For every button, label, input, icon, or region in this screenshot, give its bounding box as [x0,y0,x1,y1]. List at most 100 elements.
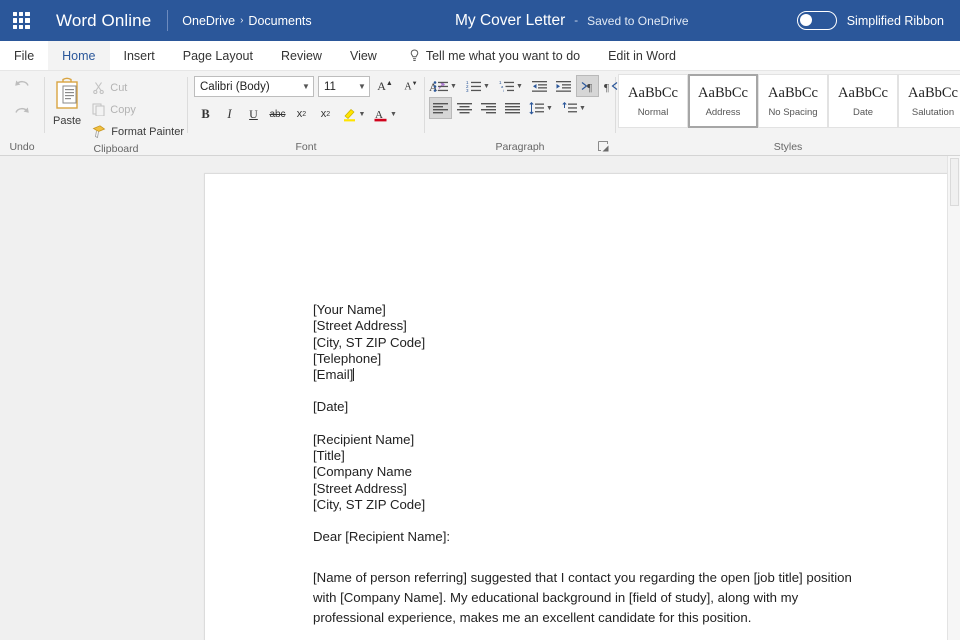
line-spacing-icon [529,102,544,115]
font-size-select[interactable]: 11 ▼ [318,76,370,97]
strikethrough-label: abc [269,109,285,120]
align-right-icon [481,102,496,115]
style-card-salutation[interactable]: AaBbCc Salutation [898,74,960,128]
copy-button[interactable]: Copy [89,100,187,119]
style-card-date[interactable]: AaBbCc Date [828,74,898,128]
align-center-button[interactable] [453,97,476,119]
vertical-scrollbar[interactable] [947,156,960,640]
tab-review-label: Review [281,49,322,63]
doc-line: [City, ST ZIP Code] [313,335,873,351]
breadcrumb-onedrive[interactable]: OneDrive [182,14,235,28]
style-card-normal[interactable]: AaBbCc Normal [618,74,688,128]
paste-clipboard-icon [50,77,84,113]
cut-label: Cut [110,82,127,94]
chevron-down-icon: ▼ [359,111,366,118]
style-card-no-spacing[interactable]: AaBbCc No Spacing [758,74,828,128]
doc-line: [Company Name [313,464,873,480]
font-color-icon: A [374,107,388,122]
title-bar: Word Online OneDrive › Documents My Cove… [0,0,960,41]
chevron-down-icon: ▼ [390,111,397,118]
format-painter-button[interactable]: Format Painter [89,122,187,141]
align-left-button[interactable] [429,97,452,119]
decrease-indent-button[interactable] [528,75,551,97]
multilevel-list-button[interactable]: 1 a i ▼ [495,75,527,97]
style-preview-text: AaBbCc [698,85,748,102]
document-page[interactable]: [Your Name] [Street Address] [City, ST Z… [204,173,949,640]
font-color-button[interactable]: A ▼ [370,103,401,125]
bullet-list-icon [433,80,448,93]
doc-line: [Title] [313,448,873,464]
tab-review[interactable]: Review [267,41,336,70]
undo-arrow-icon[interactable] [11,76,33,96]
vertical-scrollbar-thumb[interactable] [950,158,959,206]
document-title-area: My Cover Letter - Saved to OneDrive [455,0,689,41]
show-hide-marks-button[interactable]: ¶ [576,75,599,97]
line-spacing-button[interactable]: ▼ [525,97,557,119]
justify-icon [505,102,520,115]
document-canvas: [Your Name] [Street Address] [City, ST Z… [0,156,960,640]
bold-button[interactable]: B [194,103,217,125]
doc-line: [Street Address] [313,481,873,497]
paste-button[interactable]: Paste [45,75,89,127]
numbered-list-icon: 1 2 3 [466,80,481,93]
tab-home-label: Home [62,49,95,63]
align-center-icon [457,102,472,115]
increase-indent-button[interactable] [552,75,575,97]
chevron-down-icon: ▼ [450,83,457,90]
ribbon-group-font-label: Font [188,139,424,156]
salutation-block: Dear [Recipient Name]: [313,529,873,545]
tab-view-label: View [350,49,377,63]
subscript-button[interactable]: x2 [290,103,313,125]
align-right-button[interactable] [477,97,500,119]
styles-gallery: AaBbCc Normal AaBbCc Address AaBbCc No S… [616,71,960,139]
cut-button[interactable]: Cut [89,78,187,97]
style-preview-text: AaBbCc [768,85,818,102]
body-paragraph: [Name of person referring] suggested tha… [313,568,873,628]
sender-address-block: [Your Name] [Street Address] [City, ST Z… [313,302,873,383]
lightbulb-icon [409,49,420,63]
underline-button[interactable]: U [242,103,265,125]
breadcrumb-documents[interactable]: Documents [248,14,311,28]
tab-page-layout[interactable]: Page Layout [169,41,267,70]
bullet-list-button[interactable]: ▼ [429,75,461,97]
superscript-button[interactable]: x2 [314,103,337,125]
text-highlight-button[interactable]: ▼ [338,103,369,125]
document-title[interactable]: My Cover Letter [455,12,565,30]
font-family-select[interactable]: Calibri (Body) ▼ [194,76,314,97]
tell-me-search[interactable]: Tell me what you want to do [391,41,594,70]
ribbon-group-clipboard: Paste Cut Copy [45,71,187,156]
shrink-font-icon[interactable]: A▼ [400,76,422,97]
multilevel-list-icon: 1 a i [499,80,514,93]
numbered-list-button[interactable]: 1 2 3 ▼ [462,75,494,97]
document-text-area[interactable]: [Your Name] [Street Address] [City, ST Z… [313,302,873,628]
copy-label: Copy [110,104,136,116]
increase-indent-icon [556,80,571,93]
dialog-launcher-icon[interactable] [597,140,611,154]
decrease-indent-icon [532,80,547,93]
chevron-down-icon: ▼ [355,82,369,91]
redo-arrow-icon[interactable] [11,103,33,123]
tab-view[interactable]: View [336,41,391,70]
style-card-address[interactable]: AaBbCc Address [688,74,758,128]
text-cursor [353,368,354,381]
breadcrumb-separator-icon: › [240,15,243,26]
underline-label: U [249,107,258,122]
strikethrough-button[interactable]: abc [266,103,289,125]
edit-in-word-button[interactable]: Edit in Word [594,41,690,70]
tab-insert[interactable]: Insert [110,41,169,70]
app-launcher-icon[interactable] [0,0,42,41]
simplified-ribbon-toggle[interactable] [797,11,837,30]
ribbon-group-undo: Undo [0,71,44,156]
svg-text:¶: ¶ [587,82,592,93]
doc-line: [Telephone] [313,351,873,367]
tab-file[interactable]: File [0,41,48,70]
italic-button[interactable]: I [218,103,241,125]
tab-home[interactable]: Home [48,41,109,70]
doc-line: Dear [Recipient Name]: [313,529,873,545]
grow-font-icon[interactable]: A▲ [374,76,396,97]
clipboard-commands: Cut Copy Format Painter [89,75,187,141]
justify-button[interactable] [501,97,524,119]
pilcrow-icon: ¶ [580,80,595,93]
paragraph-spacing-button[interactable]: ▼ [558,97,590,119]
doc-line: [Your Name] [313,302,873,318]
